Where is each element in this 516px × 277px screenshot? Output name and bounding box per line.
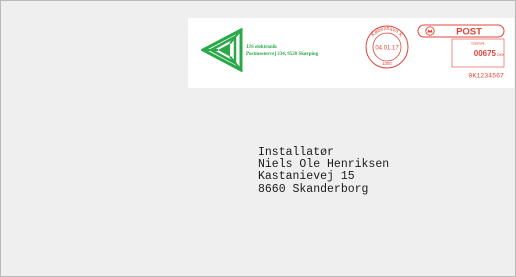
triangle-logo-icon: [201, 28, 243, 72]
recipient-line-4: 8660 Skanderborg: [258, 182, 369, 196]
franking-amount: 00675: [474, 49, 497, 58]
postmark-date: 04.01.17: [375, 46, 399, 52]
svg-text:København K: København K: [370, 26, 404, 39]
franking-currency: DKK: [497, 53, 505, 57]
sender-block: JJS elektronik Postmestervej 234, 9520 S…: [246, 45, 318, 58]
envelope: JJS elektronik Postmestervej 234, 9520 S…: [0, 0, 516, 277]
recipient-address: Installatør Niels Ole Henriksen Kastanie…: [258, 146, 389, 196]
sender-address: Postmestervej 234, 9520 Skørping: [246, 51, 319, 57]
postmark-postal-code: 1000: [382, 61, 392, 66]
franking-label: JJS elektronik Postmestervej 234, 9520 S…: [188, 18, 514, 88]
recipient-line-3: Kastanievej 15: [258, 170, 355, 184]
carrier-name: POST: [456, 27, 482, 38]
postmark-city: København K: [370, 26, 404, 39]
meter-id: 0K1234567: [468, 73, 504, 80]
franking-meter: POST Danmark 00675 DKK 0K1234567: [417, 24, 505, 80]
franking-subtext: Danmark: [472, 42, 485, 46]
postmark-stamp-icon: København K 04.01.17 1000: [365, 25, 409, 69]
